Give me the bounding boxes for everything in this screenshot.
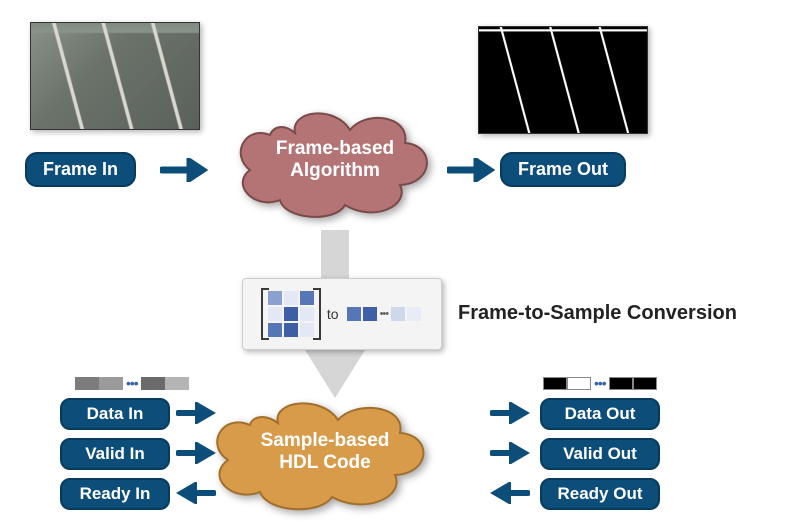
input-frame-image	[30, 22, 200, 130]
frame-in-badge: Frame In	[25, 152, 136, 187]
ready-out-badge: Ready Out	[540, 478, 660, 510]
arrow-valid-out	[490, 442, 530, 469]
to-text: to	[327, 306, 339, 322]
dots-icon: •••	[379, 308, 390, 320]
arrow-frame-out	[447, 158, 497, 182]
sample-stream-icon: •••	[347, 307, 422, 321]
frame-algorithm-cloud	[225, 105, 445, 225]
arrow-data-in	[176, 402, 216, 429]
arrow-valid-in	[176, 442, 216, 469]
data-out-badge: Data Out	[540, 398, 660, 430]
data-in-badge: Data In	[60, 398, 170, 430]
gray-sample-stream: •••	[75, 375, 189, 391]
ready-in-badge: Ready In	[60, 478, 170, 510]
arrow-data-out	[490, 402, 530, 429]
frame-out-badge: Frame Out	[500, 152, 626, 187]
dots-icon: •••	[123, 375, 141, 391]
arrow-ready-out	[490, 482, 530, 509]
arrow-frame-in	[160, 158, 210, 182]
matrix-bracket-icon	[263, 288, 319, 340]
arrow-ready-in	[176, 482, 216, 509]
valid-in-badge: Valid In	[60, 438, 170, 470]
frame-to-sample-box: to •••	[242, 278, 442, 350]
valid-out-badge: Valid Out	[540, 438, 660, 470]
hdl-code-cloud	[200, 395, 445, 515]
frame-to-sample-label: Frame-to-Sample Conversion	[458, 302, 737, 325]
dots-icon: •••	[591, 375, 609, 391]
output-frame-image	[478, 26, 648, 134]
bw-sample-stream: •••	[543, 375, 657, 391]
